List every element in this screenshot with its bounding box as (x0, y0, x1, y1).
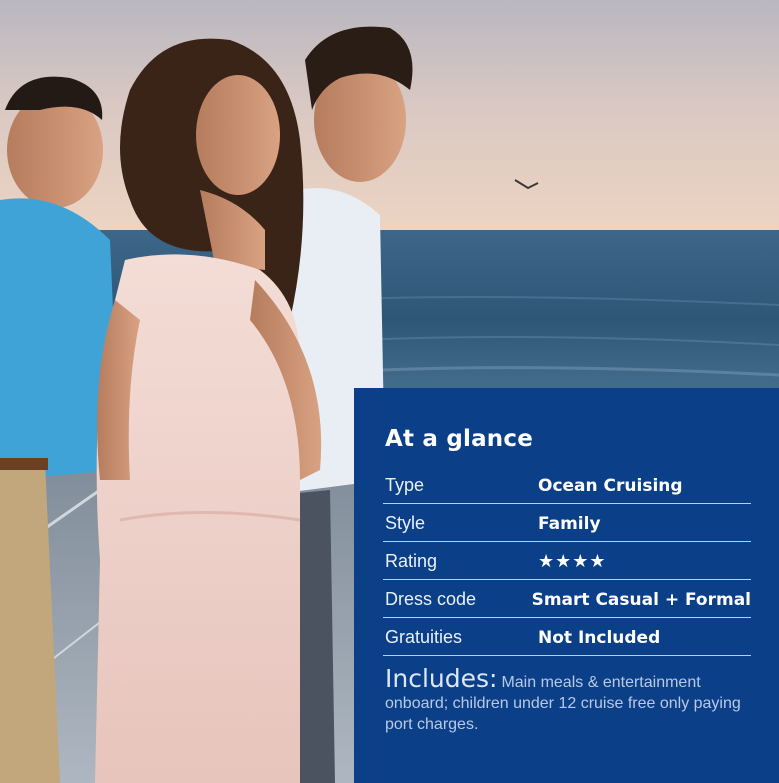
includes-label: Includes: (385, 664, 498, 693)
row-label: Style (385, 513, 426, 533)
glance-table: Type Ocean Cruising Style Family Rating … (383, 466, 751, 656)
glance-row-rating: Rating ★★★★ (383, 542, 751, 580)
row-label: Rating (385, 551, 438, 571)
glance-row-gratuities: Gratuities Not Included (383, 618, 751, 656)
glance-row-style: Style Family (383, 504, 751, 542)
cruise-promo: At a glance Type Ocean Cruising Style Fa… (0, 0, 779, 783)
glance-row-dress-code: Dress code Smart Casual + Formal (383, 580, 751, 618)
row-value: Ocean Cruising (538, 475, 683, 496)
at-a-glance-panel: At a glance Type Ocean Cruising Style Fa… (354, 388, 779, 783)
includes-note: Includes: Main meals & entertainment onbo… (383, 666, 757, 735)
row-label: Dress code (385, 589, 477, 609)
panel-title: At a glance (385, 426, 534, 452)
row-value: Family (538, 513, 601, 534)
row-label: Type (385, 475, 425, 495)
row-value: Smart Casual + Formal (531, 589, 751, 610)
row-value: Not Included (538, 627, 661, 648)
glance-row-type: Type Ocean Cruising (383, 466, 751, 504)
row-label: Gratuities (385, 627, 463, 647)
star-rating: ★★★★ (538, 551, 607, 572)
